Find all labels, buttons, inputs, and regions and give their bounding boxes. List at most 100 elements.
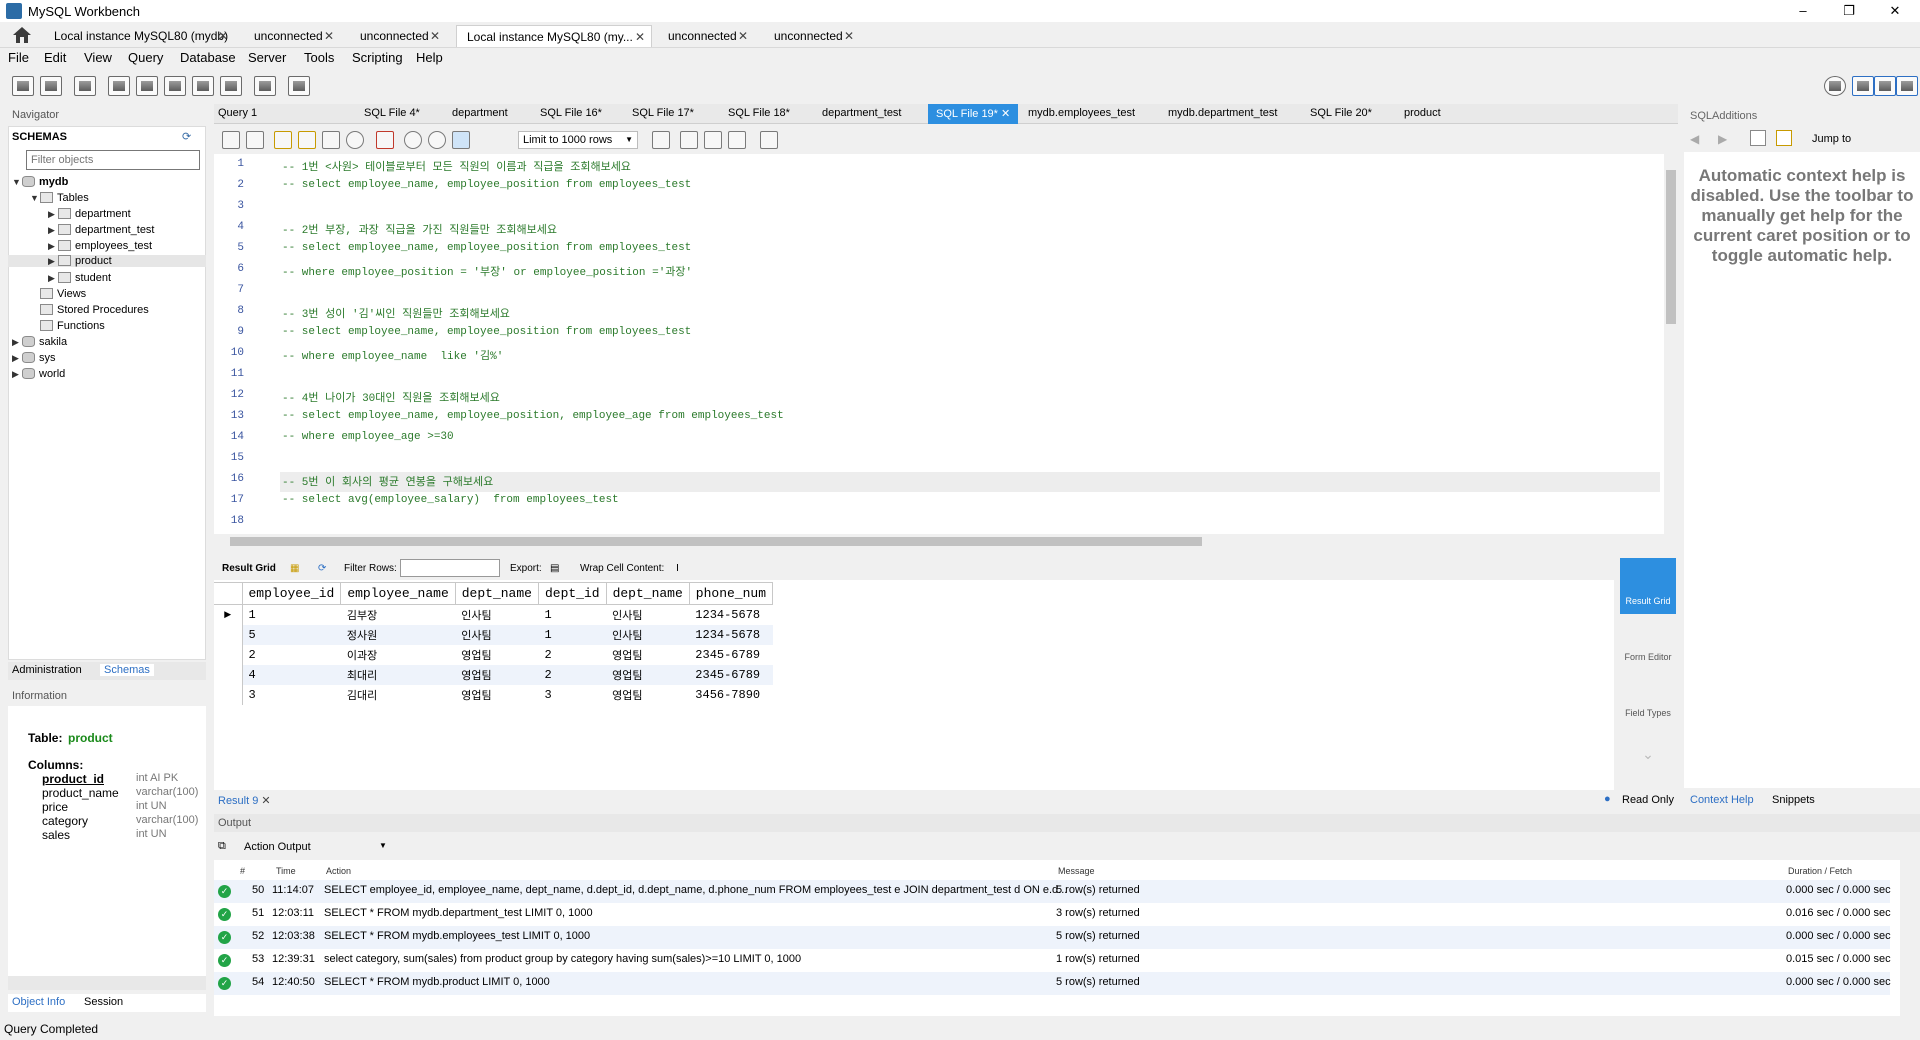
explain-icon[interactable]	[322, 131, 340, 149]
expand-arrow-icon[interactable]: ▶	[12, 369, 22, 380]
stored-procedures-node[interactable]: Stored Procedures	[40, 304, 149, 316]
action-output-select[interactable]: ⧉ Action Output ▼	[214, 838, 389, 856]
table-cell[interactable]: 김대리	[341, 685, 455, 705]
row-selector[interactable]	[214, 624, 243, 645]
menu-view[interactable]: View	[84, 50, 112, 65]
toggle-output-icon[interactable]	[1874, 76, 1896, 96]
create-table-icon[interactable]	[136, 76, 158, 96]
table-cell[interactable]: 인사팀	[606, 624, 690, 645]
connection-tab[interactable]: unconnected ✕	[764, 25, 860, 47]
table-row[interactable]: 2 이과장 영업팀 2 영업팀 2345-6789	[214, 644, 773, 665]
maximize-button[interactable]: ❐	[1826, 0, 1872, 22]
sql-tab[interactable]: SQL File 17*	[632, 107, 694, 119]
table-cell[interactable]: 영업팀	[606, 645, 689, 665]
result-grid-button[interactable]: Result Grid	[1620, 558, 1676, 614]
refresh-icon[interactable]: ⟳	[318, 563, 326, 574]
table-cell[interactable]: 영업팀	[455, 664, 539, 685]
menu-help[interactable]: Help	[416, 50, 443, 65]
refresh-schemas-icon[interactable]: ⟳	[182, 130, 191, 143]
connection-tab[interactable]: unconnected ✕	[244, 25, 340, 47]
connection-tab-active[interactable]: Local instance MySQL80 (my... ✕	[456, 25, 652, 47]
views-node[interactable]: Views	[40, 288, 86, 300]
tab-context-help[interactable]: Context Help	[1690, 794, 1754, 806]
create-schema-icon[interactable]	[108, 76, 130, 96]
table-cell[interactable]: 영업팀	[606, 664, 690, 685]
info-horizontal-scrollbar[interactable]	[8, 976, 206, 990]
table-cell[interactable]: 5	[242, 624, 341, 645]
save-icon[interactable]	[246, 131, 264, 149]
close-button[interactable]: ✕	[1872, 0, 1918, 22]
expand-arrow-icon[interactable]: ▶	[48, 256, 58, 267]
output-copy-icon[interactable]: ⧉	[218, 840, 226, 853]
expand-arrow-icon[interactable]: ▶	[12, 337, 22, 348]
output-row[interactable]: ✓ 52 12:03:38 SELECT * FROM mydb.employees_…	[214, 926, 1891, 949]
row-selector[interactable]: ▶	[214, 604, 243, 625]
table-row[interactable]: ▶ 1 김부장 인사팀 1 인사팀 1234-5678	[214, 604, 773, 625]
form-editor-button[interactable]: Form Editor	[1620, 620, 1676, 668]
table-cell[interactable]: 인사팀	[606, 605, 689, 625]
open-file-icon[interactable]	[222, 131, 240, 149]
limit-rows-select[interactable]: Limit to 1000 rows ▼	[518, 131, 638, 149]
table-cell[interactable]: 3	[242, 685, 341, 705]
close-tab-icon[interactable]: ✕	[261, 795, 270, 807]
table-cell[interactable]: 최대리	[340, 664, 456, 685]
table-department-test[interactable]: ▶ department_test	[48, 224, 155, 236]
create-function-icon[interactable]	[220, 76, 242, 96]
table-cell[interactable]: 1	[538, 605, 606, 625]
tab-schemas[interactable]: Schemas	[100, 664, 154, 676]
schema-sakila[interactable]: ▶ sakila	[12, 336, 67, 348]
column-header[interactable]: dept_id	[537, 582, 607, 605]
export-icon[interactable]: ▤	[550, 563, 559, 574]
sql-tab[interactable]: mydb.department_test	[1168, 107, 1277, 119]
menu-database[interactable]: Database	[180, 50, 236, 65]
sql-tab[interactable]: SQL File 20*	[1310, 107, 1372, 119]
expand-arrow-icon[interactable]: ▼	[12, 177, 22, 187]
schema-world[interactable]: ▶ world	[12, 368, 65, 380]
rollback-icon[interactable]	[428, 131, 446, 149]
wrap-lines-icon[interactable]	[728, 131, 746, 149]
expand-arrow-icon[interactable]: ▶	[48, 225, 58, 236]
filter-rows-input[interactable]	[400, 559, 500, 577]
minimize-button[interactable]: –	[1780, 0, 1826, 22]
close-tab-icon[interactable]: ✕	[635, 26, 645, 48]
output-row[interactable]: ✓ 51 12:03:11 SELECT * FROM mydb.department…	[214, 903, 1891, 926]
tables-node[interactable]: ▼ Tables	[30, 192, 89, 204]
close-tab-icon[interactable]: ✕	[218, 25, 228, 47]
table-cell[interactable]: 2	[242, 645, 341, 665]
column-header[interactable]: dept_name	[454, 582, 539, 605]
row-selector[interactable]	[214, 644, 243, 665]
output-vertical-scrollbar[interactable]	[1900, 860, 1914, 1016]
find-icon[interactable]	[680, 131, 698, 149]
grid-icon[interactable]: ▦	[290, 563, 299, 574]
table-cell[interactable]: 영업팀	[455, 645, 538, 665]
table-cell[interactable]: 1234-5678	[689, 605, 772, 625]
column-header[interactable]: employee_id	[241, 582, 342, 605]
sql-tab[interactable]: SQL File 4*	[364, 107, 420, 119]
menu-server[interactable]: Server	[248, 50, 286, 65]
open-sql-script-icon[interactable]	[40, 76, 62, 96]
row-selector[interactable]	[214, 664, 243, 685]
connection-tab[interactable]: Local instance MySQL80 (mydb) ✕	[44, 25, 234, 47]
table-cell[interactable]: 3	[538, 685, 606, 705]
close-tab-icon[interactable]: ✕	[1001, 108, 1010, 120]
commit-icon[interactable]	[404, 131, 422, 149]
favorite-icon[interactable]	[760, 131, 778, 149]
toggle-sidebar-icon[interactable]	[1852, 76, 1874, 96]
connection-tab[interactable]: unconnected ✕	[658, 25, 754, 47]
execute-current-icon[interactable]	[298, 131, 316, 149]
close-tab-icon[interactable]: ✕	[738, 25, 748, 47]
table-row[interactable]: 4 최대리 영업팀 2 영업팀 2345-6789	[214, 664, 773, 685]
menu-scripting[interactable]: Scripting	[352, 50, 403, 65]
table-cell[interactable]: 3456-7890	[689, 685, 772, 705]
table-row[interactable]: 3 김대리 영업팀 3 영업팀 3456-7890	[214, 684, 773, 705]
sql-tab[interactable]: mydb.employees_test	[1028, 107, 1135, 119]
wrap-cell-icon[interactable]: Ⅰ	[676, 563, 679, 574]
sql-tab[interactable]: department	[452, 107, 508, 119]
search-table-data-icon[interactable]	[254, 76, 276, 96]
back-icon[interactable]: ◀	[1690, 132, 1699, 146]
table-cell[interactable]: 2345-6789	[689, 664, 773, 685]
table-cell[interactable]: 1	[538, 624, 607, 645]
toggle-secondary-sidebar-icon[interactable]	[1896, 76, 1918, 96]
inspector-icon[interactable]	[74, 76, 96, 96]
table-cell[interactable]: 2345-6789	[689, 645, 772, 665]
